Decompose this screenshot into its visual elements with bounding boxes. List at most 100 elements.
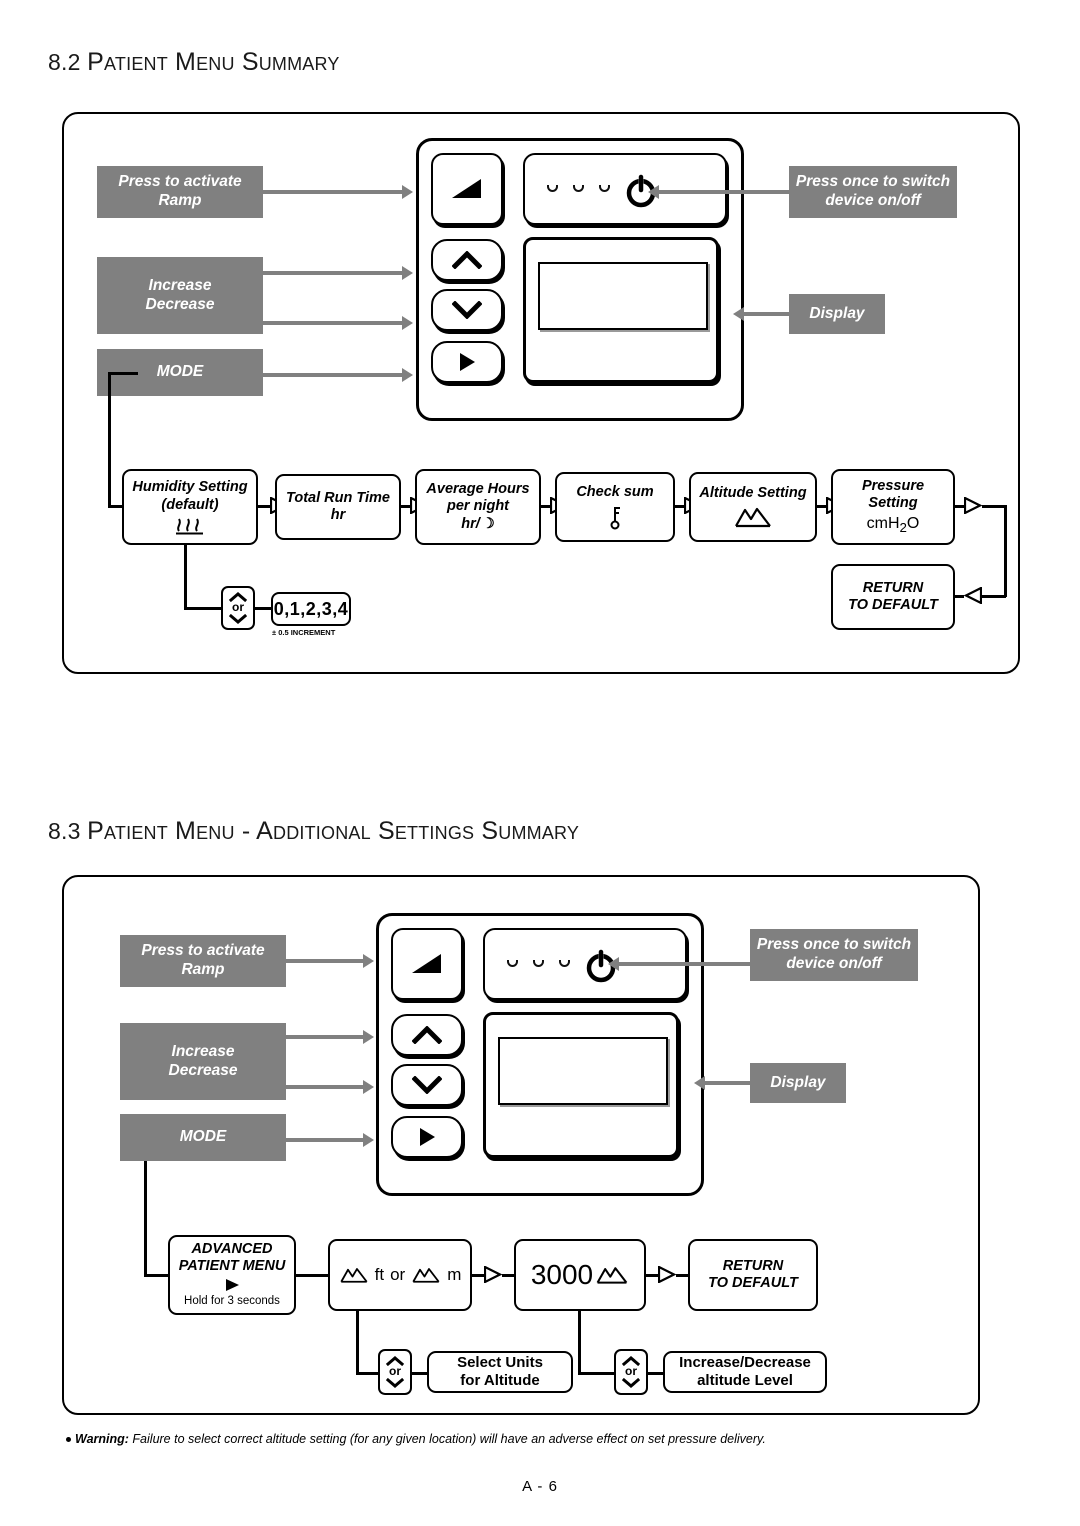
advanced-menu-line2: PATIENT MENU (178, 1258, 286, 1275)
chevron-down-icon (452, 301, 482, 319)
flowbox-altitude-level[interactable]: Increase/Decrease altitude Level (663, 1351, 827, 1393)
conn-h1a (258, 505, 270, 508)
altitude-unit-m: m (447, 1264, 462, 1284)
up-button-2[interactable] (391, 1014, 463, 1056)
arrow-power-2 (608, 957, 750, 971)
callout-ramp: Press to activate Ramp (97, 166, 263, 218)
arrow-decrease-2 (286, 1080, 374, 1094)
select-units-line1: Select Units (457, 1354, 543, 1372)
diagram-2-panel: Press to activate Ramp Increase Decrease… (62, 875, 980, 1415)
humidity-branch-horizontal (184, 607, 223, 610)
led-indicator-1 (547, 185, 558, 192)
humidity-values-box[interactable]: 0,1,2,3,4 (271, 592, 351, 626)
flowbox-return-to-default-2[interactable]: RETURN TO DEFAULT (688, 1239, 818, 1311)
page-number: A - 6 (522, 1478, 558, 1495)
arrow-display-2 (694, 1076, 750, 1090)
down-button-2[interactable] (391, 1064, 463, 1106)
total-run-time-line1: Total Run Time (286, 489, 390, 506)
total-run-time-line2: hr (330, 507, 346, 523)
flowbox-advanced-patient-menu[interactable]: ADVANCED PATIENT MENU Hold for 3 seconds (168, 1235, 296, 1315)
callout-display-2: Display (750, 1063, 846, 1103)
conn-h3a (541, 505, 550, 508)
altitude-level-selector[interactable]: or (614, 1349, 648, 1395)
callout-ramp-line1: Press to activate (118, 173, 242, 191)
return-loop-vertical (1004, 505, 1007, 597)
bullet-icon (66, 1437, 71, 1443)
callout-ramp-2: Press to activate Ramp (120, 935, 286, 987)
display-screen (523, 237, 719, 383)
ramp-button-2[interactable] (391, 928, 463, 1000)
altitude-level-line1: Increase/Decrease (679, 1354, 811, 1372)
return-to-default-line1: RETURN (722, 1257, 784, 1274)
callout-decrease: Decrease (145, 295, 215, 313)
altitude-level-line2: altitude Level (697, 1372, 793, 1389)
callout-power-2: Press once to switch device on/off (750, 929, 918, 981)
mode-connector-seg2 (108, 372, 111, 507)
up-button[interactable] (431, 239, 503, 281)
callout-mode-label: MODE (179, 1128, 227, 1146)
flowbox-average-hours[interactable]: Average Hours per night hr/☽ (415, 469, 541, 545)
chevron-down-icon (386, 1377, 404, 1388)
average-hours-line2: per night (446, 498, 510, 515)
down-button[interactable] (431, 289, 503, 331)
section-heading-8-3: 8.3 Patient Menu - Additional Settings S… (48, 817, 579, 846)
arrow-decrease (263, 316, 413, 330)
conn2-h2b (502, 1274, 514, 1277)
flowbox-pressure-setting[interactable]: Pressure Setting cmH2O (831, 469, 955, 545)
humidity-setting-line1: Humidity Setting (132, 479, 248, 496)
section-title-2: Patient Menu - Additional Settings Summa… (87, 817, 580, 845)
callout-power: Press once to switch device on/off (789, 166, 957, 218)
select-units-line2: for Altitude (460, 1372, 540, 1389)
led-indicator-2 (573, 185, 584, 192)
select-units-branch-vertical (356, 1311, 359, 1375)
flowbox-total-run-time[interactable]: Total Run Time hr (275, 474, 401, 540)
select-units-selector[interactable]: or (378, 1349, 412, 1395)
flowbox-altitude-setting[interactable]: Altitude Setting (689, 472, 817, 542)
humidity-increment-note: ± 0.5 INCREMENT (272, 628, 336, 637)
mode-button[interactable] (431, 341, 503, 383)
arrow-ramp-2 (286, 954, 374, 968)
or-label: or (232, 600, 244, 615)
callout-display: Display (789, 294, 885, 334)
flowbox-return-to-default[interactable]: RETURN TO DEFAULT (831, 564, 955, 630)
altitude-setting-label: Altitude Setting (699, 485, 807, 502)
flowbox-select-units[interactable]: Select Units for Altitude (427, 1351, 573, 1393)
callout-display-label: Display (770, 1073, 826, 1091)
warning-note: Warning: Failure to select correct altit… (66, 1432, 766, 1446)
heat-waves-icon (176, 518, 203, 535)
mode-button-2[interactable] (391, 1116, 463, 1158)
pressure-setting-line2: Setting (868, 495, 918, 512)
diagram-1-panel: Press to activate Ramp Increase Decrease… (62, 112, 1020, 674)
ramp-button[interactable] (431, 153, 503, 225)
conn2-h3b (676, 1274, 688, 1277)
flowbox-altitude-value[interactable]: 3000 (514, 1239, 646, 1311)
humidity-values-connector (255, 607, 272, 610)
humidity-up-down-selector[interactable]: or (221, 586, 255, 630)
callout-mode-2: MODE (120, 1114, 286, 1161)
display-screen-inner-2 (498, 1037, 668, 1105)
mountain-icon (596, 1267, 628, 1284)
flowbox-humidity-setting[interactable]: Humidity Setting (default) (122, 469, 258, 545)
flowbox-check-sum[interactable]: Check sum (555, 472, 675, 542)
advanced-menu-line1: ADVANCED (191, 1241, 273, 1258)
return-to-default-line2: TO DEFAULT (708, 1275, 798, 1291)
callout-increase-decrease-2: Increase Decrease (120, 1023, 286, 1100)
callout-power-line2: device on/off (825, 192, 921, 209)
arrow-increase (263, 266, 413, 280)
average-hours-unit: hr/☽ (461, 515, 495, 532)
altitude-units-or: or (390, 1264, 406, 1284)
mountain-icon (735, 507, 771, 527)
mode-connector-seg1 (108, 372, 138, 375)
callout-ramp-line2: Ramp (158, 192, 202, 209)
pressure-setting-line1: Pressure (861, 477, 925, 494)
led-indicator-1 (507, 960, 518, 967)
conn-h6b (982, 505, 1006, 508)
altitude-level-branch-vertical (578, 1311, 581, 1375)
flowbox-altitude-units[interactable]: ft or m (328, 1239, 472, 1311)
chevron-down-icon (622, 1377, 640, 1388)
led-indicator-2 (533, 960, 544, 967)
display-screen-2 (483, 1012, 679, 1158)
return-to-default-line1: RETURN (862, 579, 924, 596)
humidity-branch-vertical (184, 545, 187, 610)
moon-icon: ☽ (481, 515, 495, 532)
